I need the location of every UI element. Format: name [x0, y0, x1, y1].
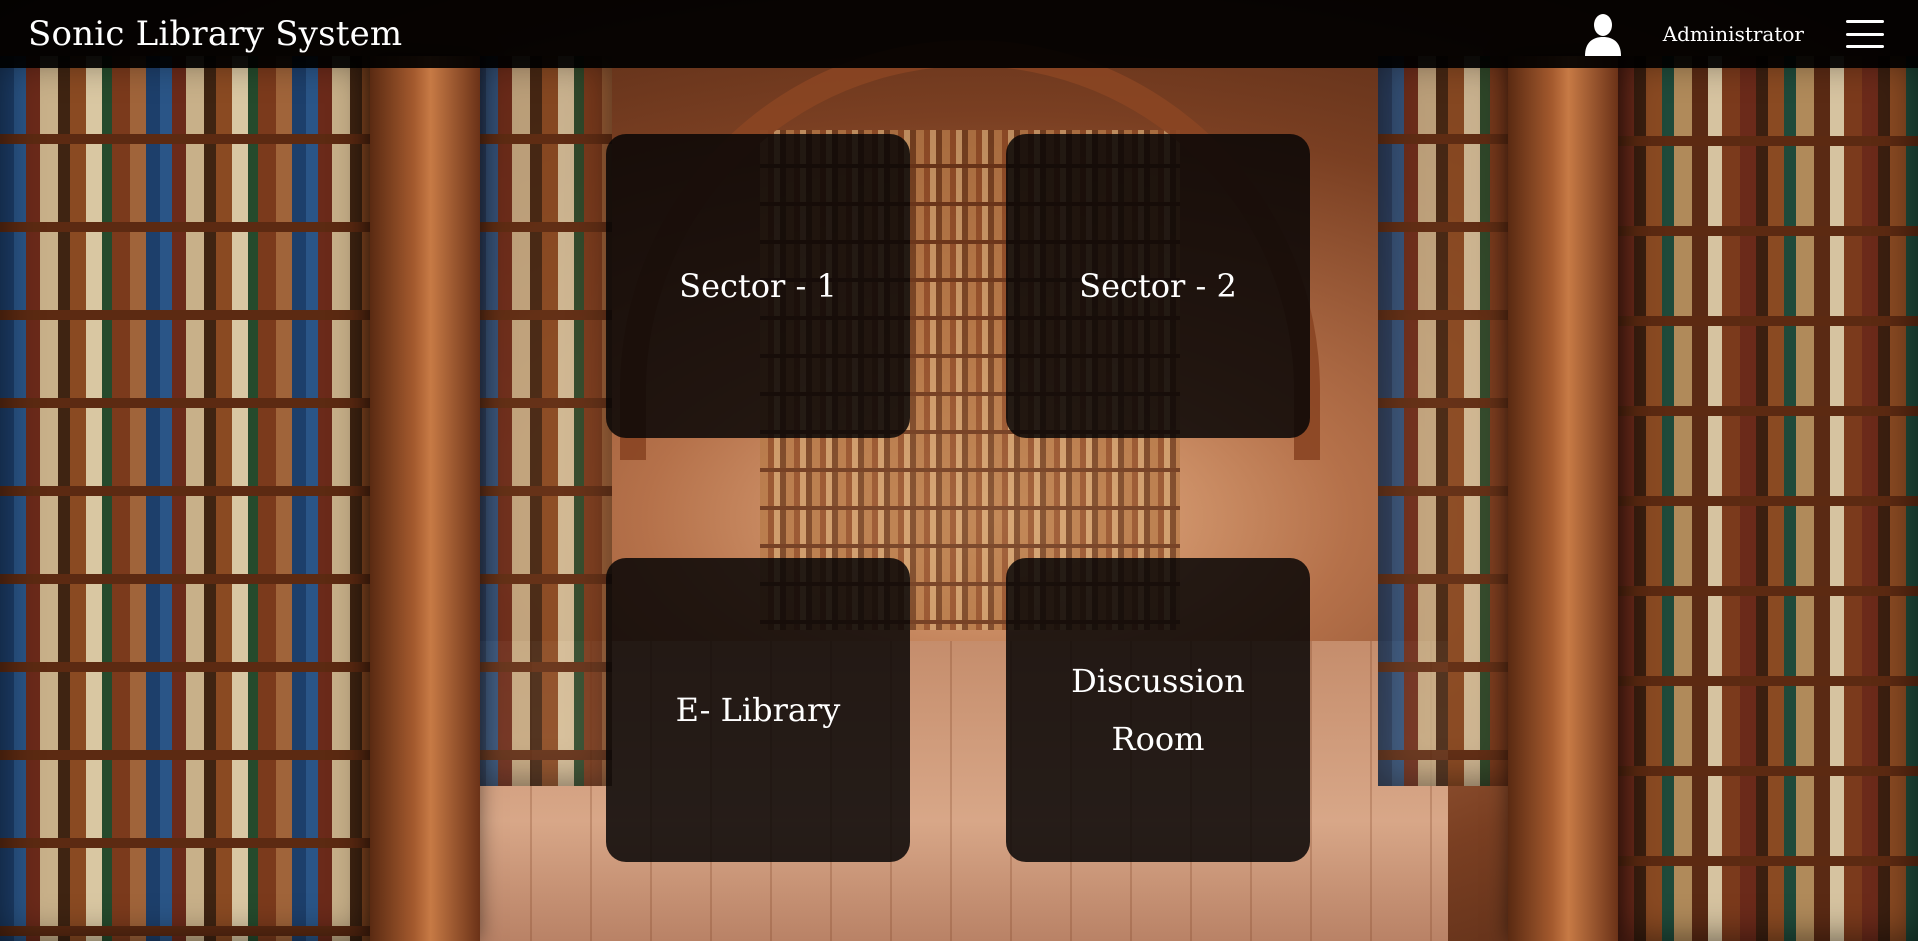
menu-line — [1846, 45, 1884, 48]
background-pillar-right — [1508, 56, 1618, 941]
app-title[interactable]: Sonic Library System — [28, 14, 1583, 54]
hamburger-menu-icon[interactable] — [1846, 20, 1884, 48]
user-icon-glyph — [1584, 14, 1621, 56]
tile-label: Sector - 2 — [1079, 267, 1237, 305]
tile-discussion-room[interactable]: Discussion Room — [1006, 558, 1310, 862]
menu-line — [1846, 32, 1884, 36]
background-shelf-left — [0, 56, 372, 941]
tile-sector-2[interactable]: Sector - 2 — [1006, 134, 1310, 438]
menu-line — [1846, 20, 1884, 23]
background-shelf-mid-right — [1378, 56, 1518, 786]
user-name[interactable]: Administrator — [1663, 22, 1804, 46]
background-shelf-right — [1618, 56, 1918, 941]
tile-label: Sector - 1 — [679, 267, 837, 305]
background-pillar-left — [370, 56, 480, 941]
top-navbar: Sonic Library System Administrator — [0, 0, 1918, 68]
tile-label: Discussion Room — [1071, 662, 1245, 758]
library-background-image — [0, 0, 1918, 941]
tile-label: E- Library — [675, 691, 841, 729]
background-shelf-mid-left — [472, 56, 612, 786]
user-icon[interactable] — [1583, 12, 1623, 56]
tile-sector-1[interactable]: Sector - 1 — [606, 134, 910, 438]
tile-e-library[interactable]: E- Library — [606, 558, 910, 862]
